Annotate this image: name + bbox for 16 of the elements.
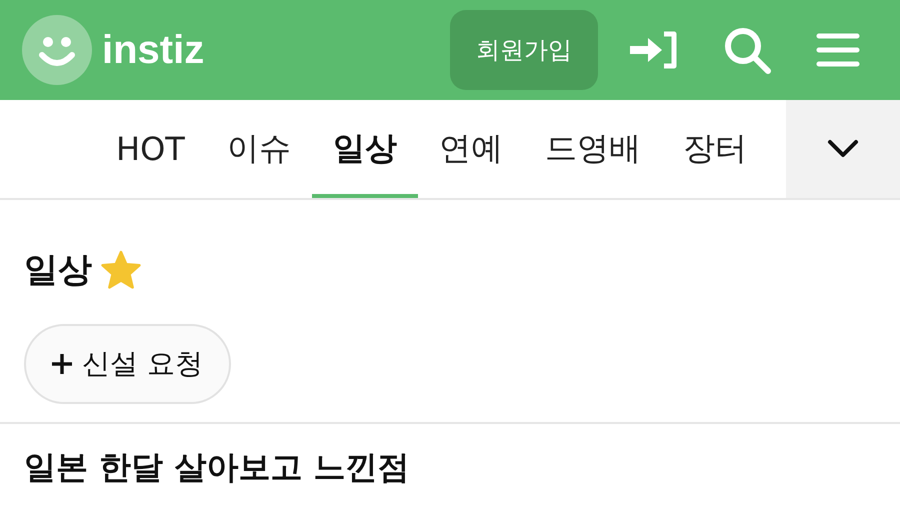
smiley-logo-icon[interactable] [22, 15, 92, 85]
request-button[interactable]: 신설 요청 [24, 324, 231, 404]
nav-tab[interactable]: 이슈 [206, 100, 312, 198]
nav-tab[interactable]: 연예 [418, 100, 524, 198]
star-icon[interactable] [100, 249, 142, 291]
chevron-down-icon [827, 139, 859, 159]
menu-icon[interactable] [816, 32, 860, 68]
nav-tab[interactable]: 장터 [662, 100, 768, 198]
login-icon[interactable] [628, 30, 678, 70]
post-title[interactable]: 일본 한달 살아보고 느낀점 [24, 448, 410, 486]
nav-tab[interactable]: 일상 [312, 100, 418, 198]
plus-icon [50, 352, 74, 376]
board-title: 일상 [24, 249, 92, 292]
search-icon[interactable] [722, 25, 772, 75]
nav-tab[interactable]: 드영배 [524, 100, 662, 198]
nav-tab[interactable]: HOT [95, 100, 206, 198]
